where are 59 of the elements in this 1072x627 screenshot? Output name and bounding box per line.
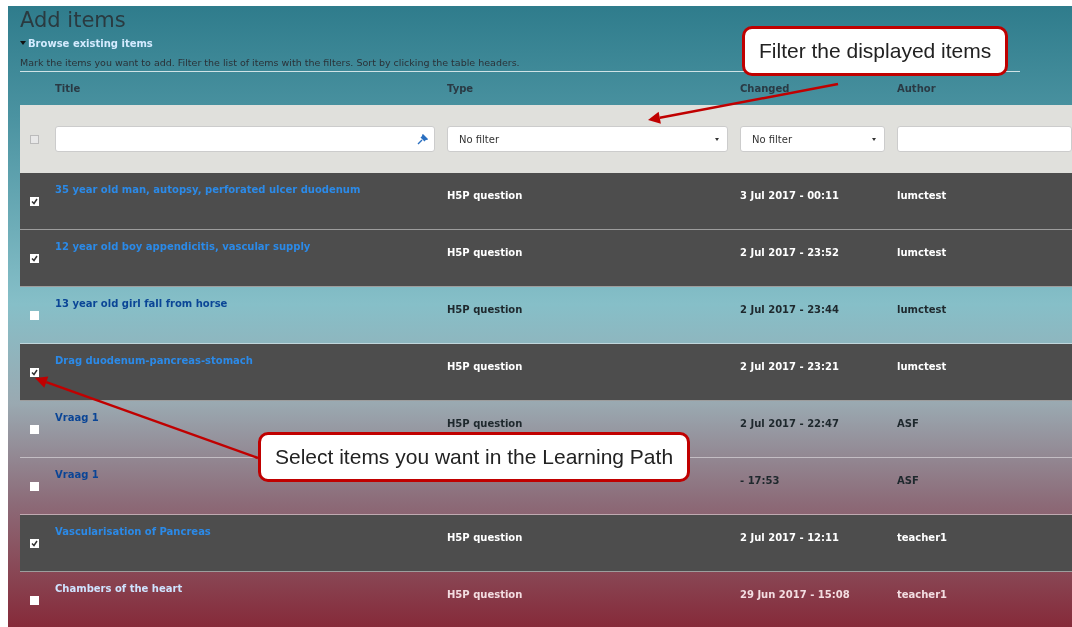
author-text: teacher1: [897, 589, 948, 600]
author-text: lumctest: [897, 247, 947, 258]
checkbox[interactable]: [30, 538, 39, 548]
checkbox[interactable]: [30, 310, 39, 320]
changed-text: 2 Jul 2017 - 23:52: [740, 247, 839, 258]
checkbox[interactable]: [30, 253, 39, 263]
changed-text: 2 Jul 2017 - 23:21: [740, 361, 839, 372]
checkbox[interactable]: [30, 595, 39, 605]
item-row[interactable]: Drag duodenum-pancreas-stomach H5P question 2 Jul 2017 - 23:21 lumctest: [20, 344, 1072, 401]
triangle-icon: [20, 41, 26, 45]
author-text: lumctest: [897, 361, 947, 372]
item-title-link[interactable]: Vraag 1: [55, 458, 99, 480]
checkbox[interactable]: [30, 367, 39, 377]
item-row[interactable]: 35 year old man, autopsy, perforated ulcer duodenum H5P question 3 Jul 2017 - 00:11 lumctest: [20, 173, 1072, 230]
changed-text: 2 Jul 2017 - 12:11: [740, 532, 839, 543]
column-header[interactable]: Changed: [740, 83, 897, 94]
checkbox[interactable]: [30, 424, 39, 434]
item-title-link[interactable]: 13 year old girl fall from horse: [55, 287, 228, 309]
item-row[interactable]: Vascularisation of Pancreas H5P question 2 Jul 2017 - 12:11 teacher1: [20, 515, 1072, 572]
column-header[interactable]: Type: [447, 83, 740, 94]
changed-filter-select[interactable]: No filter: [740, 126, 885, 152]
type-text: H5P question: [447, 532, 523, 543]
title-filter-field[interactable]: [55, 126, 435, 152]
callout: Select items you want in the Learning Path: [258, 432, 691, 482]
callout: Filter the displayed items: [742, 26, 1009, 76]
item-title-link[interactable]: Vraag 1: [55, 401, 99, 423]
checkbox[interactable]: [30, 196, 39, 206]
changed-text: - 17:53: [740, 475, 780, 486]
page-title: Add items: [20, 8, 127, 34]
changed-text: 2 Jul 2017 - 23:44: [740, 304, 839, 315]
checkbox[interactable]: [30, 134, 39, 144]
item-title-link[interactable]: Vascularisation of Pancreas: [55, 515, 211, 537]
type-text: H5P question: [447, 304, 523, 315]
item-title-link[interactable]: 35 year old man, autopsy, perforated ulcer duodenum: [55, 173, 361, 195]
type-text: H5P question: [447, 589, 523, 600]
pin-icon: [417, 133, 428, 145]
changed-text: 29 Jun 2017 - 15:08: [740, 589, 850, 600]
changed-text: 2 Jul 2017 - 22:47: [740, 418, 839, 429]
author-text: lumctest: [897, 190, 947, 201]
item-title-link[interactable]: 12 year old boy appendicitis, vascular supply: [55, 230, 311, 252]
author-text: ASF: [897, 418, 919, 429]
item-row[interactable]: 12 year old boy appendicitis, vascular supply H5P question 2 Jul 2017 - 23:52 lumctest: [20, 230, 1072, 287]
changed-text: 3 Jul 2017 - 00:11: [740, 190, 839, 201]
item-title-link[interactable]: Drag duodenum-pancreas-stomach: [55, 344, 253, 366]
type-text: H5P question: [447, 418, 523, 429]
type-text: H5P question: [447, 190, 523, 201]
item-title-link[interactable]: Chambers of the heart: [55, 572, 183, 594]
author-text: lumctest: [897, 304, 947, 315]
item-row[interactable]: Chambers of the heart H5P question 29 Jun 2017 - 15:08 teacher1: [20, 572, 1072, 627]
type-text: H5P question: [447, 247, 523, 258]
author-text: ASF: [897, 475, 919, 486]
author-text: teacher1: [897, 532, 948, 543]
type-filter-select[interactable]: No filter: [447, 126, 728, 152]
type-text: H5P question: [447, 361, 523, 372]
checkbox[interactable]: [30, 481, 39, 491]
column-header[interactable]: Title: [55, 83, 447, 94]
column-header[interactable]: Author: [897, 83, 1072, 94]
author-filter-field[interactable]: [897, 126, 1072, 152]
browse-link[interactable]: Browse existing items: [28, 37, 153, 49]
